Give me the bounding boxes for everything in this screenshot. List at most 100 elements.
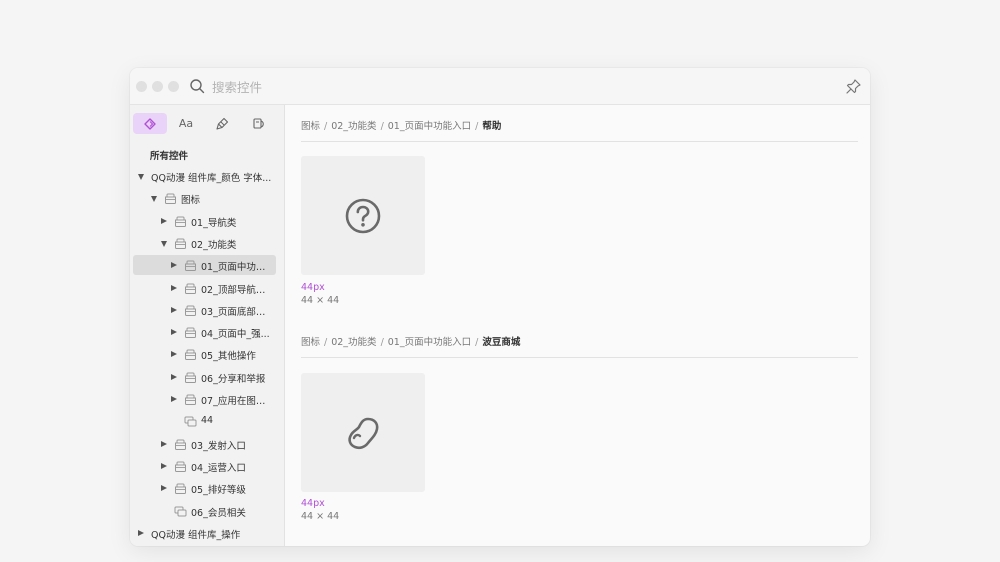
tree-item-label: 06_会员相关 xyxy=(191,507,246,519)
tree-item-label: 02_功能类 xyxy=(191,239,237,251)
brush-tab[interactable] xyxy=(205,113,239,134)
tree-item-label: 05_排好等级 xyxy=(191,485,246,497)
brush-icon xyxy=(215,117,228,130)
size-label: 44px xyxy=(301,498,325,509)
breadcrumb: 图标/02_功能类/01_页面中功能入口 / 帮助 xyxy=(301,121,502,132)
disclosure-right-icon[interactable] xyxy=(171,284,177,291)
disclosure-right-icon[interactable] xyxy=(171,306,177,313)
tree-item-label: QQ动漫 组件库_颜色 字体... xyxy=(151,173,272,184)
folder-icon xyxy=(185,283,196,294)
disclosure-right-icon[interactable] xyxy=(171,329,177,336)
bean-icon xyxy=(348,417,379,450)
tree-item[interactable]: 06_分享和举报 xyxy=(133,367,276,387)
fill-tab[interactable] xyxy=(241,113,275,134)
folder-icon xyxy=(185,327,196,339)
folder-icon xyxy=(165,193,176,205)
tree-item[interactable]: 44 xyxy=(133,411,276,431)
tree-item[interactable]: 01_页面中功能... xyxy=(133,255,276,276)
tree-item-label: 图标 xyxy=(181,195,201,207)
folder-icon xyxy=(175,238,186,249)
tree-item[interactable]: 04_页面中_强... xyxy=(133,322,276,342)
size-label: 44px xyxy=(301,282,325,293)
disclosure-down-icon[interactable] xyxy=(138,174,144,180)
close-window-button[interactable] xyxy=(136,81,147,92)
breadcrumb-current: 帮助 xyxy=(482,121,502,132)
breadcrumb-item[interactable]: 01_页面中功能入口 xyxy=(388,121,471,132)
tree-item-label: 03_发射入口 xyxy=(191,440,246,452)
tree-item-label: 04_页面中_强... xyxy=(201,329,270,341)
tree-item[interactable]: 04_运营入口 xyxy=(133,456,276,476)
sidebar: Aa 所有控件 QQ动漫 组件库_颜色 字体... 图标 01_导航类 02_功能类 0… xyxy=(130,105,285,546)
folder-icon xyxy=(185,305,196,316)
disclosure-right-icon[interactable] xyxy=(161,217,167,224)
disclosure-right-icon[interactable] xyxy=(171,396,177,402)
breadcrumb-item[interactable]: 图标 xyxy=(301,121,320,132)
tree-item[interactable]: 02_功能类 xyxy=(133,233,276,253)
breadcrumb-item[interactable]: 01_页面中功能入口 xyxy=(388,337,471,348)
folder-icon xyxy=(175,461,186,472)
tree-item[interactable]: 05_其他操作 xyxy=(133,344,276,364)
tree-item[interactable]: 03_页面底部中... xyxy=(133,300,276,320)
disclosure-down-icon[interactable] xyxy=(161,240,167,247)
help-circle-icon xyxy=(345,198,381,234)
breadcrumb-current: 波豆商城 xyxy=(482,337,521,348)
tree-item[interactable]: 01_导航类 xyxy=(133,211,276,231)
folder-icon xyxy=(185,260,196,272)
tree-item[interactable]: 图标 xyxy=(133,188,276,208)
tree-item-label: 05_其他操作 xyxy=(201,351,256,363)
folder-icon xyxy=(175,483,186,495)
folder-icon xyxy=(175,216,186,227)
tree-item-label: 06_分享和举报 xyxy=(201,373,266,385)
symbols-tab[interactable] xyxy=(133,113,167,134)
tree-item-label: QQ动漫 组件库_操作 xyxy=(151,529,241,541)
tree-item[interactable]: 02_顶部导航栏... xyxy=(133,278,276,298)
tree-item-label: 07_应用在图片... xyxy=(201,396,273,407)
tree-item-label: 02_顶部导航栏... xyxy=(201,284,273,296)
all-components-label: 所有控件 xyxy=(150,151,189,162)
disclosure-right-icon[interactable] xyxy=(161,462,167,469)
disclosure-down-icon[interactable] xyxy=(151,196,157,203)
folder-icon xyxy=(185,372,196,383)
tree-item-label: 01_页面中功能... xyxy=(201,262,273,274)
diamond-icon xyxy=(144,117,156,130)
breadcrumb-item[interactable]: 图标 xyxy=(301,337,320,348)
tree-item[interactable]: QQ动漫 组件库_操作 xyxy=(133,523,276,543)
tree-item-label: 04_运营入口 xyxy=(191,462,246,474)
component-card-help[interactable] xyxy=(301,156,425,275)
title-bar xyxy=(130,68,870,105)
minimize-window-button[interactable] xyxy=(152,81,163,92)
component-card-bean-mall[interactable] xyxy=(301,373,425,492)
app-window: Aa 所有控件 QQ动漫 组件库_颜色 字体... 图标 01_导航类 02_功能类 0… xyxy=(130,68,870,546)
text-styles-tab[interactable]: Aa xyxy=(169,113,203,134)
tree-item[interactable]: 06_会员相关 xyxy=(133,501,276,521)
tree-item-label: 01_导航类 xyxy=(191,217,237,229)
folder-icon xyxy=(175,439,186,450)
disclosure-right-icon[interactable] xyxy=(171,373,177,380)
disclosure-right-icon[interactable] xyxy=(161,440,167,447)
folder-icon xyxy=(185,394,196,405)
disclosure-right-icon[interactable] xyxy=(171,262,177,269)
section-divider xyxy=(301,357,858,358)
tree-item[interactable]: 03_发射入口 xyxy=(133,434,276,454)
symbol-instance-icon xyxy=(184,416,197,427)
zoom-window-button[interactable] xyxy=(168,81,179,92)
search-input[interactable] xyxy=(212,77,512,97)
symbol-instance-icon xyxy=(174,506,187,516)
paint-bucket-icon xyxy=(252,118,264,129)
main-content: 图标/02_功能类/01_页面中功能入口 / 帮助 44px 44 × 44 图标 /… xyxy=(286,105,870,546)
tree-item[interactable]: 05_排好等级 xyxy=(133,478,276,498)
breadcrumb-item[interactable]: 02_功能类 xyxy=(331,121,376,132)
tree-item[interactable]: QQ动漫 组件库_颜色 字体... xyxy=(133,166,276,186)
disclosure-right-icon[interactable] xyxy=(138,529,144,536)
pin-icon[interactable] xyxy=(845,78,862,95)
folder-icon xyxy=(185,349,196,361)
breadcrumb-item[interactable]: 02_功能类 xyxy=(331,337,376,348)
section-divider xyxy=(301,141,858,142)
disclosure-right-icon[interactable] xyxy=(171,351,177,358)
disclosure-right-icon[interactable] xyxy=(161,485,167,492)
search-icon xyxy=(190,79,205,94)
tree-item[interactable]: 07_应用在图片... xyxy=(133,389,276,409)
text-styles-tab-label: Aa xyxy=(178,117,194,130)
breadcrumb: 图标/02_功能类/01_页面中功能入口 / 波豆商城 xyxy=(301,337,521,348)
tree-item-label: 03_页面底部中... xyxy=(201,306,273,318)
